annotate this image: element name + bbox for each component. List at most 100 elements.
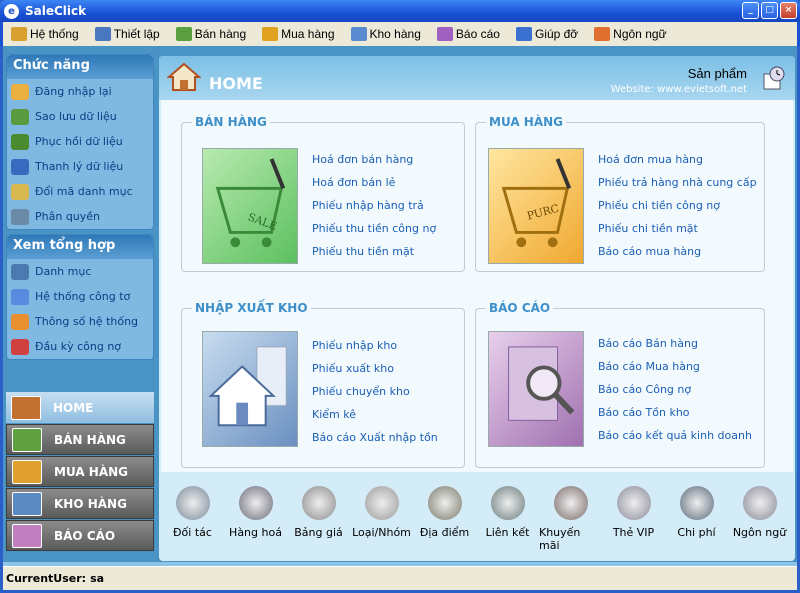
nav-item-label: KHO HÀNG — [54, 496, 127, 511]
panel-link-bao_cao-4[interactable]: Báo cáo kết quả kinh doanh — [598, 429, 752, 452]
tool-6[interactable]: Khuyến mãi — [539, 472, 602, 560]
minimize-button[interactable]: _ — [742, 2, 759, 19]
panel-link-bao_cao-2[interactable]: Báo cáo Công nợ — [598, 383, 752, 406]
title-bar: e SaleClick _ □ × — [0, 0, 800, 22]
panel-link-kho-0[interactable]: Phiếu nhập kho — [312, 339, 438, 362]
tool-9[interactable]: Ngôn ngữ — [728, 472, 791, 560]
sidebar-item-icon — [11, 208, 29, 225]
sidebar-item-chuc_nang-5[interactable]: Phân quyền — [7, 204, 153, 229]
partners-icon — [175, 486, 210, 520]
panel-link-kho-1[interactable]: Phiếu xuất kho — [312, 362, 438, 385]
menu-item-0[interactable]: Hệ thống — [11, 27, 79, 41]
panel-link-ban_hang-0[interactable]: Hoá đơn bán hàng — [312, 153, 436, 176]
menu-item-1[interactable]: Thiết lập — [94, 27, 160, 41]
panel-link-mua_hang-3[interactable]: Phiếu chi tiền mặt — [598, 222, 757, 245]
panel-link-bao_cao-0[interactable]: Báo cáo Bán hàng — [598, 337, 752, 360]
current-user-label: CurrentUser: — [6, 572, 87, 585]
panel-link-mua_hang-4[interactable]: Báo cáo mua hàng — [598, 245, 757, 268]
tool-label: Ngôn ngữ — [732, 526, 787, 539]
gift-icon — [553, 486, 588, 520]
sidebar-item-xem_tong_hop-1[interactable]: Hệ thống công tơ — [7, 284, 153, 309]
menu-item-7[interactable]: Ngôn ngữ — [594, 27, 667, 41]
panel-link-mua_hang-2[interactable]: Phiếu chi tiền công nợ — [598, 199, 757, 222]
app-icon: e — [4, 3, 19, 19]
content-area: BÁN HÀNG SALE Hoá đơn bán hàng Hoá đơn bá… — [161, 100, 793, 472]
vip-card-icon — [616, 486, 651, 520]
sidebar-item-chuc_nang-0[interactable]: Đăng nhập lại — [7, 79, 153, 104]
sidebar-item-chuc_nang-2[interactable]: Phục hồi dữ liệu — [7, 129, 153, 154]
menu-icon — [515, 27, 532, 41]
panel-link-kho-2[interactable]: Phiếu chuyển kho — [312, 385, 438, 408]
sidebar-item-xem_tong_hop-3[interactable]: Đầu kỳ công nợ — [7, 334, 153, 359]
summary-header: Xem tổng hợp — [7, 235, 153, 259]
panel-link-ban_hang-3[interactable]: Phiếu thu tiền công nợ — [312, 222, 436, 245]
tool-3[interactable]: Loại/Nhóm — [350, 472, 413, 560]
nav-item-1[interactable]: BÁN HÀNG — [6, 424, 154, 455]
panel-link-kho-4[interactable]: Báo cáo Xuất nhập tồn — [312, 431, 438, 454]
menu-icon — [11, 27, 27, 41]
sidebar-item-label: Đăng nhập lại — [35, 85, 112, 98]
panel-link-mua_hang-0[interactable]: Hoá đơn mua hàng — [598, 153, 757, 176]
tool-5[interactable]: Liên kết — [476, 472, 539, 560]
sidebar-item-xem_tong_hop-0[interactable]: Danh mục — [7, 259, 153, 284]
panel-link-ban_hang-2[interactable]: Phiếu nhập hàng trả — [312, 199, 436, 222]
tool-4[interactable]: Địa điểm — [413, 472, 476, 560]
warehouse-panel: NHẬP XUẤT KHO Phiếu nhập kho Phiếu xuất k… — [181, 301, 465, 468]
tool-2[interactable]: Bảng giá — [287, 472, 350, 560]
panel-link-ban_hang-1[interactable]: Hoá đơn bán lẻ — [312, 176, 436, 199]
nav-item-0[interactable]: HOME — [6, 392, 154, 423]
nav-item-3[interactable]: KHO HÀNG — [6, 488, 154, 519]
toolbar: Đối tác Hàng hoá Bảng giá Loại/Nhóm Địa điểm… — [161, 472, 793, 560]
menu-label: Hệ thống — [30, 27, 79, 41]
nav-item-2[interactable]: MUA HÀNG — [6, 456, 154, 487]
nav-item-4[interactable]: BÁO CÁO — [6, 520, 154, 551]
globe-icon — [742, 486, 777, 520]
purchase-cart-icon[interactable]: PURC — [488, 148, 584, 264]
sidebar-item-xem_tong_hop-2[interactable]: Thông số hệ thống — [7, 309, 153, 334]
panel-link-ban_hang-4[interactable]: Phiếu thu tiền mặt — [312, 245, 436, 268]
warehouse-house-icon[interactable] — [202, 331, 298, 447]
sidebar-item-label: Phân quyền — [35, 210, 101, 223]
tool-0[interactable]: Đối tác — [161, 472, 224, 560]
menu-label: Mua hàng — [281, 27, 335, 41]
menu-label: Giúp đỡ — [534, 27, 579, 41]
tool-8[interactable]: Chi phí — [665, 472, 728, 560]
maximize-button[interactable]: □ — [761, 2, 778, 19]
menu-icon — [594, 27, 611, 41]
menu-item-3[interactable]: Mua hàng — [262, 27, 335, 41]
sidebar-item-icon — [11, 108, 29, 125]
panel-link-bao_cao-3[interactable]: Báo cáo Tồn kho — [598, 406, 752, 429]
tool-label: Bảng giá — [294, 526, 343, 539]
tool-7[interactable]: Thẻ VIP — [602, 472, 665, 560]
status-bar: CurrentUser: sa — [3, 566, 797, 590]
sidebar-item-label: Thanh lý dữ liệu — [35, 160, 124, 173]
tool-1[interactable]: Hàng hoá — [224, 472, 287, 560]
menu-item-5[interactable]: Báo cáo — [436, 27, 500, 41]
calendar-clock-icon[interactable] — [761, 66, 787, 92]
home-header: HOME Sản phẩm Website: www.evietsoft.net — [159, 56, 795, 100]
menu-label: Báo cáo — [455, 27, 500, 41]
warehouse-panel-title: NHẬP XUẤT KHO — [192, 301, 311, 315]
nav-item-icon — [11, 395, 41, 420]
sidebar-item-icon — [11, 158, 29, 175]
menu-item-4[interactable]: Kho hàng — [350, 27, 421, 41]
tool-label: Chi phí — [677, 526, 716, 539]
nav-item-label: HOME — [53, 400, 94, 415]
tool-label: Hàng hoá — [229, 526, 282, 539]
sidebar-item-label: Sao lưu dữ liệu — [35, 110, 117, 123]
sidebar-item-chuc_nang-3[interactable]: Thanh lý dữ liệu — [7, 154, 153, 179]
sales-cart-icon[interactable]: SALE — [202, 148, 298, 264]
panel-link-kho-3[interactable]: Kiểm kê — [312, 408, 438, 431]
sidebar-item-chuc_nang-1[interactable]: Sao lưu dữ liệu — [7, 104, 153, 129]
tool-label: Đối tác — [173, 526, 212, 539]
menu-item-6[interactable]: Giúp đỡ — [515, 27, 579, 41]
close-button[interactable]: × — [780, 2, 797, 19]
sidebar-item-chuc_nang-4[interactable]: Đổi mã danh mục — [7, 179, 153, 204]
menu-item-2[interactable]: Bán hàng — [175, 27, 246, 41]
tool-label: Loại/Nhóm — [352, 526, 411, 539]
report-magnifier-icon[interactable] — [488, 331, 584, 447]
panel-link-bao_cao-1[interactable]: Báo cáo Mua hàng — [598, 360, 752, 383]
sidebar-item-icon — [11, 183, 29, 200]
menu-label: Ngôn ngữ — [613, 27, 667, 41]
panel-link-mua_hang-1[interactable]: Phiếu trả hàng nhà cung cấp — [598, 176, 757, 199]
